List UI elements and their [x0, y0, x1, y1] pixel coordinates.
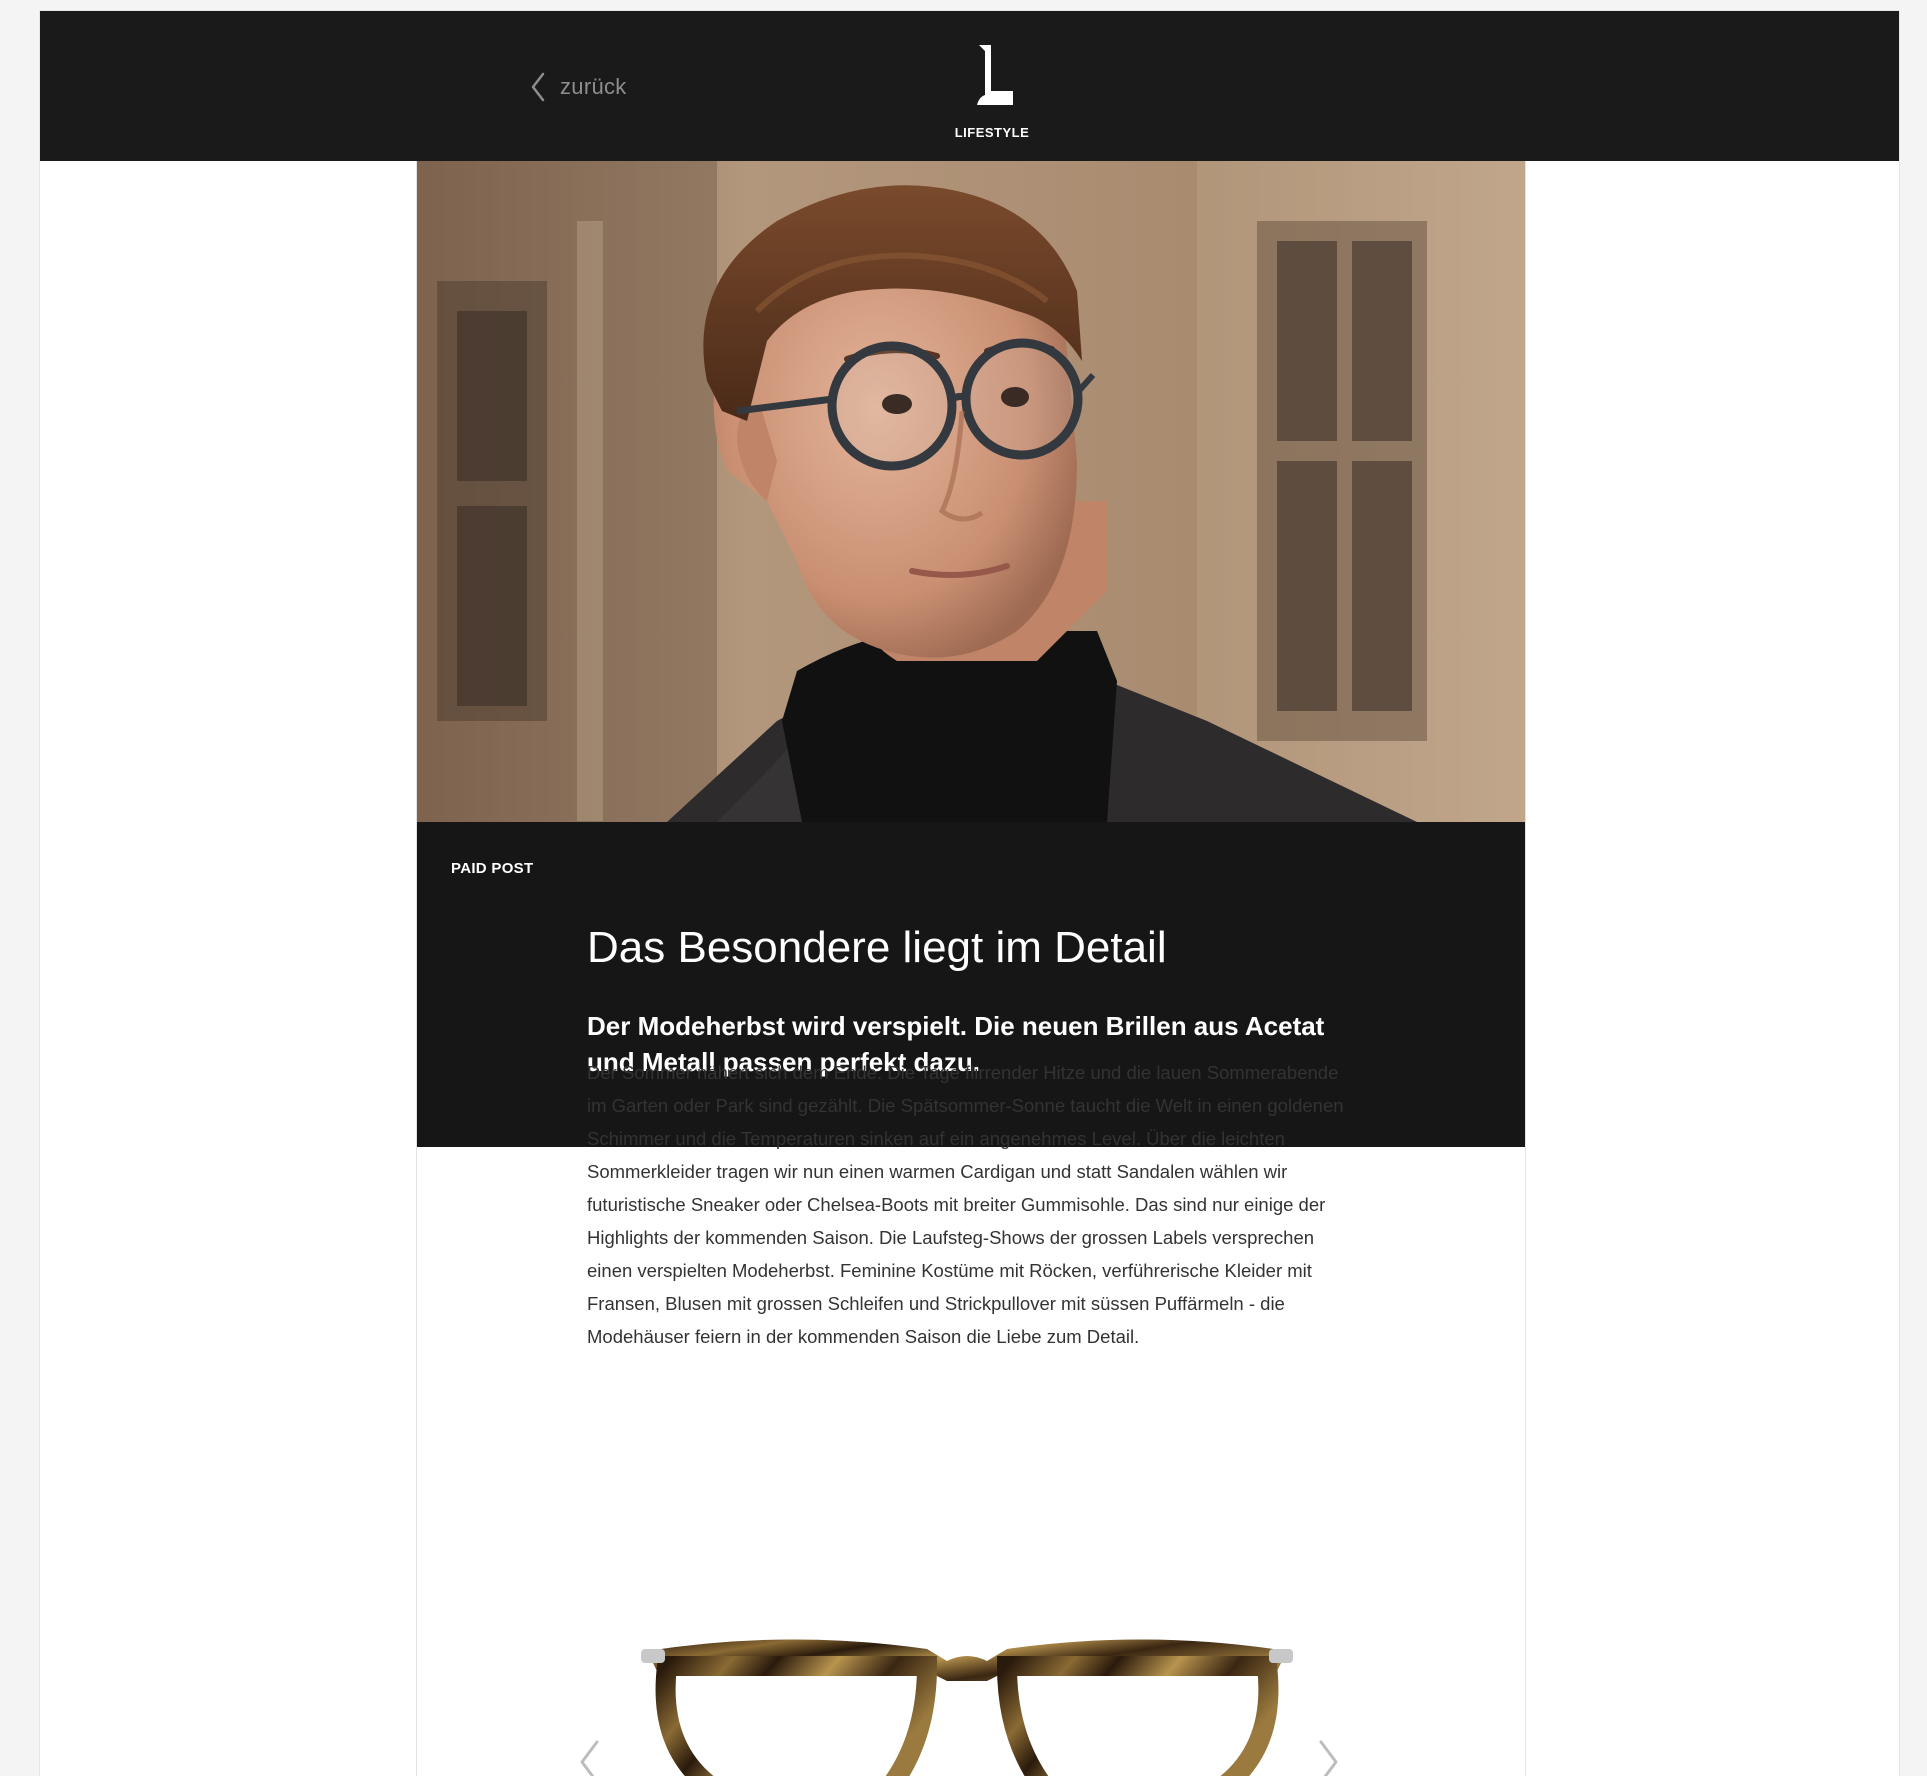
article: PAID POST Das Besondere liegt im Detail … [416, 161, 1526, 1776]
lifestyle-logo[interactable]: LIFESTYLE [942, 41, 1042, 151]
carousel-prev-button[interactable] [577, 1739, 601, 1776]
paid-post-badge: PAID POST [451, 860, 534, 877]
tortoiseshell-glasses-photo [641, 1639, 1293, 1776]
article-title: Das Besondere liegt im Detail [587, 923, 1167, 972]
back-label: zurück [560, 74, 627, 99]
top-navigation-bar: zurück LIFESTYLE [40, 11, 1899, 161]
chevron-left-icon [531, 72, 545, 102]
logo-text: LIFESTYLE [954, 125, 1030, 140]
man-with-round-glasses-photo [417, 161, 1525, 822]
back-button[interactable]: zurück [530, 67, 627, 107]
hero-image [417, 161, 1525, 822]
l-logo-icon [977, 45, 1013, 105]
page-frame: zurück LIFESTYLE PAID POST Das Besondere… [40, 11, 1899, 1776]
carousel-next-button[interactable] [1317, 1739, 1341, 1776]
article-body: Der Sommer nähert sich dem Ende. Die Tag… [587, 1062, 1344, 1347]
glasses-carousel [577, 1621, 1357, 1776]
